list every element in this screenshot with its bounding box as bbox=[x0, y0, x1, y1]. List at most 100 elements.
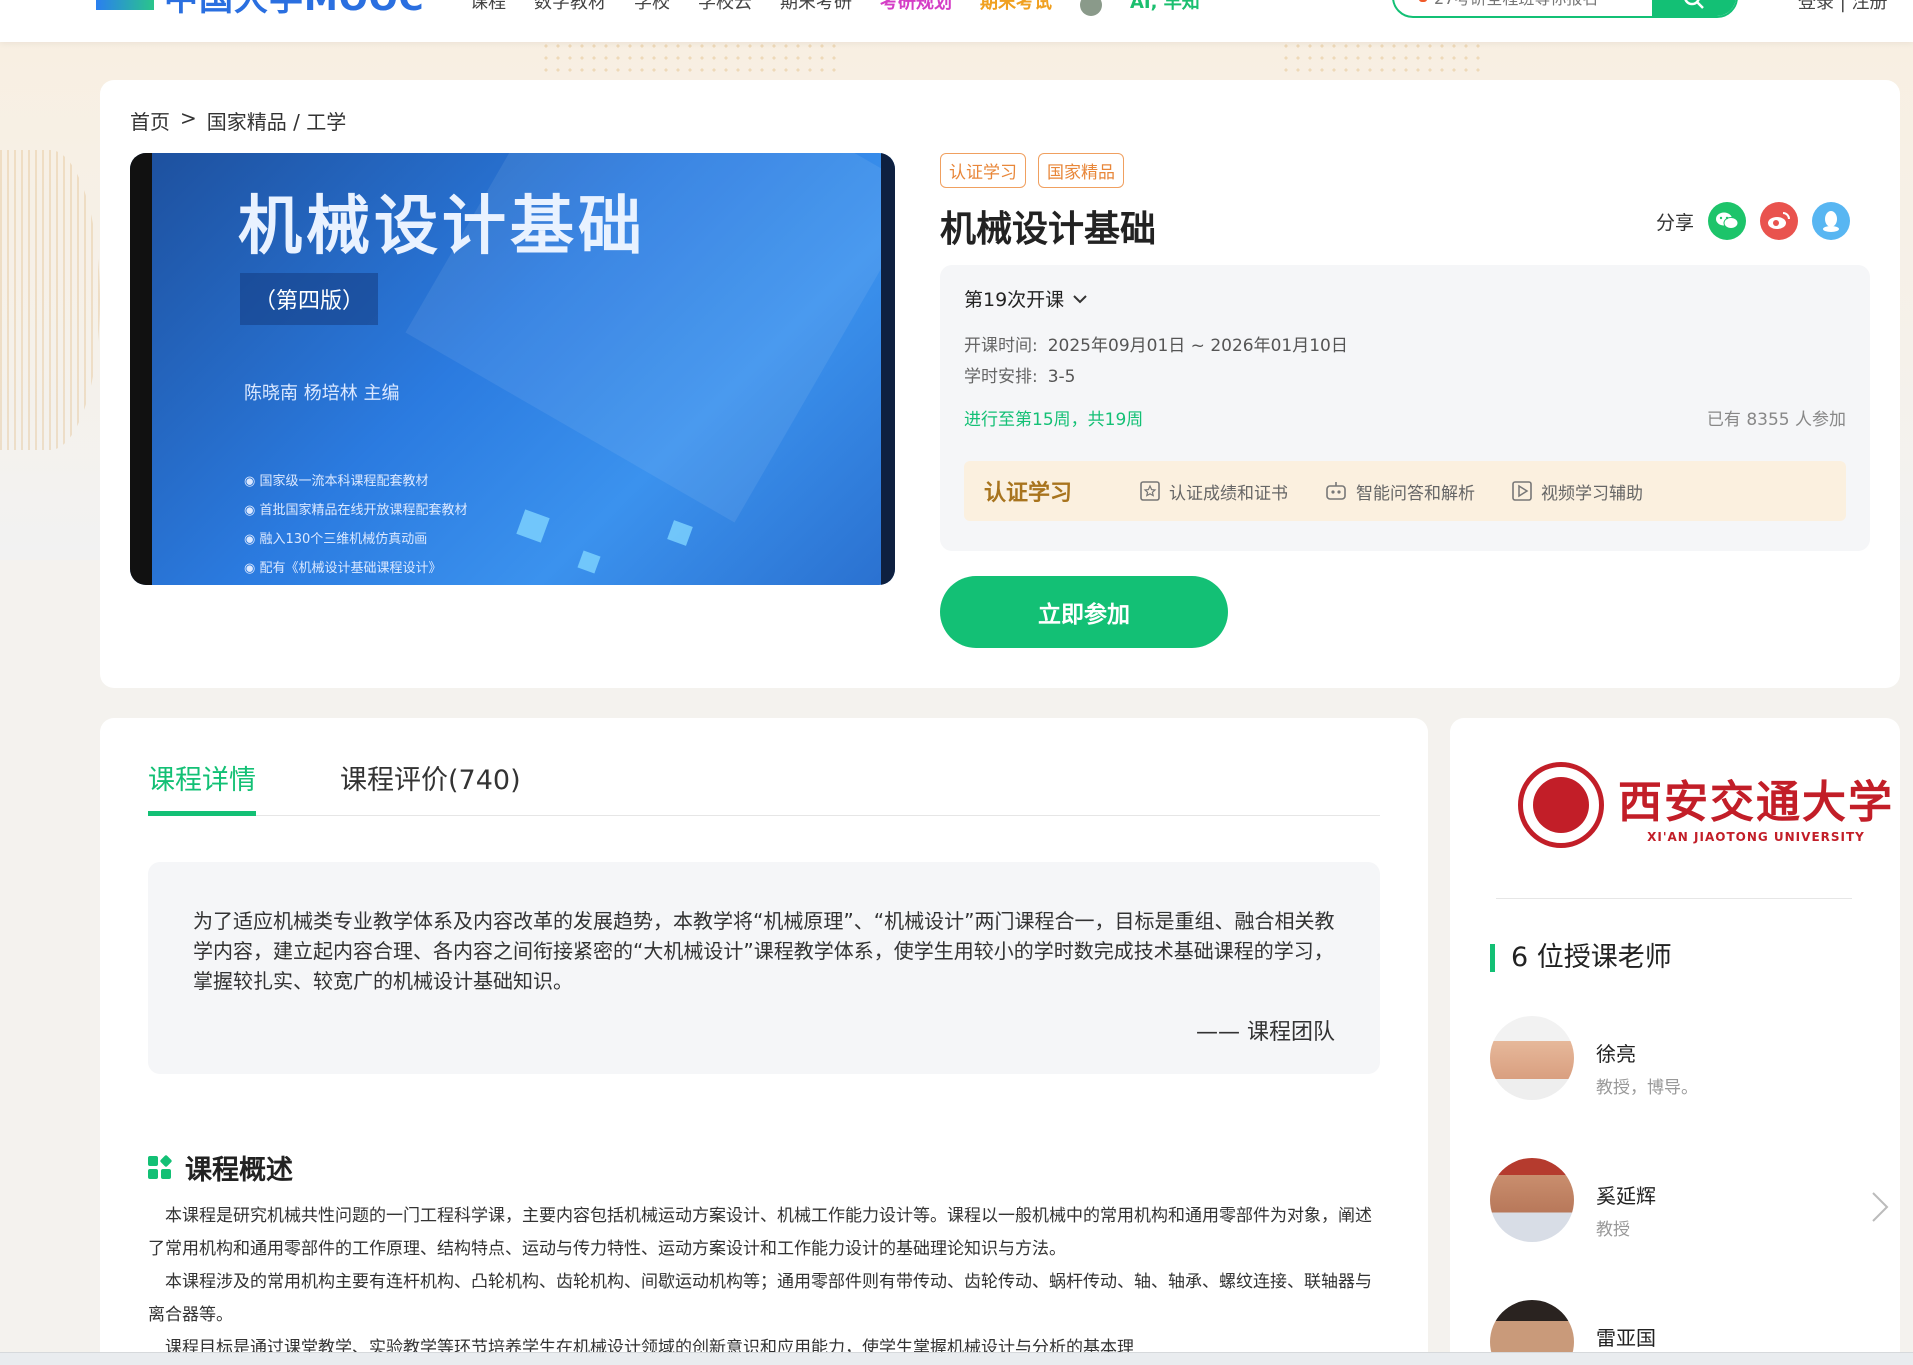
session-details: 开课时间: 2025年09月01日 ~ 2026年01月10日 学时安排: 3-5 bbox=[964, 331, 1348, 393]
session-dropdown[interactable]: 第19次开课 bbox=[964, 285, 1088, 312]
enrolled-count: 已有 8355 人参加 bbox=[1706, 410, 1846, 430]
nav-link-school-cloud[interactable]: 学校云 bbox=[698, 0, 752, 16]
breadcrumb-separator: > bbox=[180, 106, 197, 130]
detail-tabs: 课程详情 课程评价(740) bbox=[148, 758, 1380, 816]
cover-bullet: 国家级一流本科课程配套教材 bbox=[244, 467, 468, 496]
cover-title: 机械设计基础 bbox=[238, 189, 646, 264]
browser-bottom-bar bbox=[0, 1352, 1913, 1365]
school-name-en: XI'AN JIAOTONG UNIVERSITY bbox=[1647, 830, 1865, 844]
nav-links: 课程 数字教材 学校 学校云 期末考研 考研规划 期末考试 AI, 早知 bbox=[470, 0, 1200, 16]
cert-feature: 智能问答和解析 bbox=[1324, 479, 1475, 504]
time-label: 开课时间: bbox=[964, 336, 1038, 356]
wechat-share-icon[interactable] bbox=[1708, 202, 1747, 240]
teacher-avatar bbox=[1490, 1016, 1574, 1100]
section-grid-icon bbox=[148, 1154, 173, 1179]
team-quote-box: 为了适应机械类专业教学体系及内容改革的发展趋势，本教学将“机械原理”、“机械设计… bbox=[148, 862, 1380, 1074]
search-icon bbox=[1684, 0, 1704, 9]
cover-bullet: 融入130个三维机械仿真动画 bbox=[244, 525, 468, 554]
nav-link-schools[interactable]: 学校 bbox=[634, 0, 670, 16]
cert-feature-label: 视频学习辅助 bbox=[1541, 483, 1643, 504]
tag-national-quality: 国家精品 bbox=[1038, 153, 1124, 188]
time-value: 2025年09月01日 ~ 2026年01月10日 bbox=[1047, 336, 1348, 356]
logo-text: 中国大学MOOC bbox=[164, 0, 425, 20]
site-logo[interactable]: 中国大学MOOC bbox=[96, 0, 425, 19]
school-seal-icon bbox=[1518, 762, 1604, 848]
cert-feature-label: 认证成绩和证书 bbox=[1169, 483, 1288, 504]
teacher-avatar bbox=[1490, 1158, 1574, 1242]
nav-link-textbooks[interactable]: 数字教材 bbox=[534, 0, 606, 16]
video-play-icon bbox=[1512, 481, 1532, 501]
nav-link-exam[interactable]: 期末考研 bbox=[780, 0, 852, 16]
course-progress: 进行至第15周，共19周 bbox=[964, 410, 1144, 430]
session-dropdown-label: 第19次开课 bbox=[964, 289, 1065, 311]
breadcrumb: 首页 > 国家精品 / 工学 bbox=[130, 106, 346, 135]
cert-title: 认证学习 bbox=[984, 481, 1073, 506]
share-label: 分享 bbox=[1656, 211, 1695, 234]
search-input[interactable] bbox=[1434, 0, 1644, 12]
search-button[interactable] bbox=[1652, 0, 1736, 16]
teachers-heading: 6 位授课老师 bbox=[1490, 944, 1672, 972]
cover-authors: 陈晓南 杨培林 主编 bbox=[244, 383, 400, 404]
share-bar: 分享 bbox=[1656, 202, 1851, 240]
qq-share-icon[interactable] bbox=[1812, 202, 1851, 240]
team-quote-author: —— 课程团队 bbox=[1196, 1020, 1335, 1045]
course-header-card: 首页 > 国家精品 / 工学 机械设计基础 （第四版） 陈晓南 杨培林 主编 国… bbox=[100, 80, 1900, 688]
cover-cube-graphic bbox=[516, 509, 550, 543]
certificate-icon bbox=[1140, 481, 1160, 501]
certification-strip: 认证学习 认证成绩和证书 智能问答和解析 视频学习辅助 bbox=[964, 461, 1846, 521]
cert-feature-label: 智能问答和解析 bbox=[1356, 483, 1475, 504]
course-tags: 认证学习 国家精品 bbox=[940, 153, 1124, 188]
course-title: 机械设计基础 bbox=[940, 209, 1157, 250]
nav-link-courses[interactable]: 课程 bbox=[470, 0, 506, 16]
cert-feature: 视频学习辅助 bbox=[1511, 479, 1643, 504]
search-box bbox=[1392, 0, 1738, 18]
cover-bullets: 国家级一流本科课程配套教材 首批国家精品在线开放课程配套教材 融入130个三维机… bbox=[244, 467, 468, 583]
teacher-title: 教授 bbox=[1596, 1220, 1630, 1240]
overview-text: 本课程是研究机械共性问题的一门工程科学课，主要内容包括机械运动方案设计、机械工作… bbox=[148, 1200, 1388, 1365]
tab-course-reviews[interactable]: 课程评价(740) bbox=[340, 758, 521, 811]
tab-course-details[interactable]: 课程详情 bbox=[148, 758, 256, 816]
cert-feature: 认证成绩和证书 bbox=[1139, 479, 1288, 504]
teacher-item[interactable]: 徐亮 教授，博导。 bbox=[1490, 1016, 1698, 1100]
school-teacher-card: 西安交通大学 XI'AN JIAOTONG UNIVERSITY 6 位授课老师… bbox=[1450, 718, 1900, 1365]
cover-cube-graphic bbox=[577, 550, 601, 574]
cover-bullet: 首批国家精品在线开放课程配套教材 bbox=[244, 496, 467, 525]
overview-paragraph: 本课程涉及的常用机构主要有连杆机构、凸轮机构、齿轮机构、间歇运动机构等；通用零部… bbox=[148, 1272, 1372, 1325]
nav-link-final-exam[interactable]: 期末考试 bbox=[980, 0, 1052, 16]
logo-icon bbox=[96, 0, 154, 10]
teacher-name: 徐亮 bbox=[1596, 1042, 1636, 1066]
cover-right-edge bbox=[881, 153, 895, 585]
course-cover-image: 机械设计基础 （第四版） 陈晓南 杨培林 主编 国家级一流本科课程配套教材 首批… bbox=[130, 153, 895, 585]
join-course-button[interactable]: 立即参加 bbox=[940, 576, 1228, 648]
top-navigation: 中国大学MOOC 课程 数字教材 学校 学校云 期末考研 考研规划 期末考试 A… bbox=[0, 0, 1913, 42]
session-info-box: 第19次开课 开课时间: 2025年09月01日 ~ 2026年01月10日 学时… bbox=[940, 265, 1870, 551]
cover-edge bbox=[130, 153, 152, 585]
robot-icon bbox=[1326, 482, 1346, 500]
school-name-cn: 西安交通大学 bbox=[1618, 777, 1894, 828]
hours-label: 学时安排: bbox=[964, 367, 1038, 387]
teacher-name: 奚延辉 bbox=[1596, 1184, 1656, 1208]
cover-cube-graphic bbox=[667, 520, 693, 546]
school-logo[interactable]: 西安交通大学 XI'AN JIAOTONG UNIVERSITY bbox=[1518, 762, 1894, 848]
divider bbox=[1496, 898, 1852, 899]
tag-certified: 认证学习 bbox=[940, 153, 1026, 188]
team-quote-text: 为了适应机械类专业教学体系及内容改革的发展趋势，本教学将“机械原理”、“机械设计… bbox=[193, 909, 1335, 993]
overview-heading: 课程概述 bbox=[148, 1148, 293, 1187]
nav-link-avatar[interactable] bbox=[1080, 0, 1102, 16]
breadcrumb-category[interactable]: 国家精品 / 工学 bbox=[207, 106, 346, 135]
chevron-right-icon[interactable] bbox=[1870, 1190, 1890, 1233]
hot-icon bbox=[1418, 0, 1428, 2]
teacher-item[interactable]: 奚延辉 教授 bbox=[1490, 1158, 1656, 1242]
login-link[interactable]: 登录 | 注册 bbox=[1798, 0, 1888, 14]
cover-bullet: 配有《机械设计基础课程设计》 bbox=[244, 554, 468, 583]
background-lines bbox=[0, 150, 100, 450]
overview-title: 课程概述 bbox=[185, 1155, 293, 1186]
weibo-share-icon[interactable] bbox=[1760, 202, 1799, 240]
nav-link-ai[interactable]: AI, 早知 bbox=[1130, 0, 1200, 16]
nav-link-kaoyan-plan[interactable]: 考研规划 bbox=[880, 0, 952, 16]
course-detail-card: 课程详情 课程评价(740) 为了适应机械类专业教学体系及内容改革的发展趋势，本… bbox=[100, 718, 1428, 1365]
overview-paragraph: 本课程是研究机械共性问题的一门工程科学课，主要内容包括机械运动方案设计、机械工作… bbox=[148, 1206, 1372, 1259]
breadcrumb-home[interactable]: 首页 bbox=[130, 106, 170, 135]
teacher-title: 教授，博导。 bbox=[1596, 1078, 1698, 1098]
cover-edition: （第四版） bbox=[240, 273, 379, 325]
